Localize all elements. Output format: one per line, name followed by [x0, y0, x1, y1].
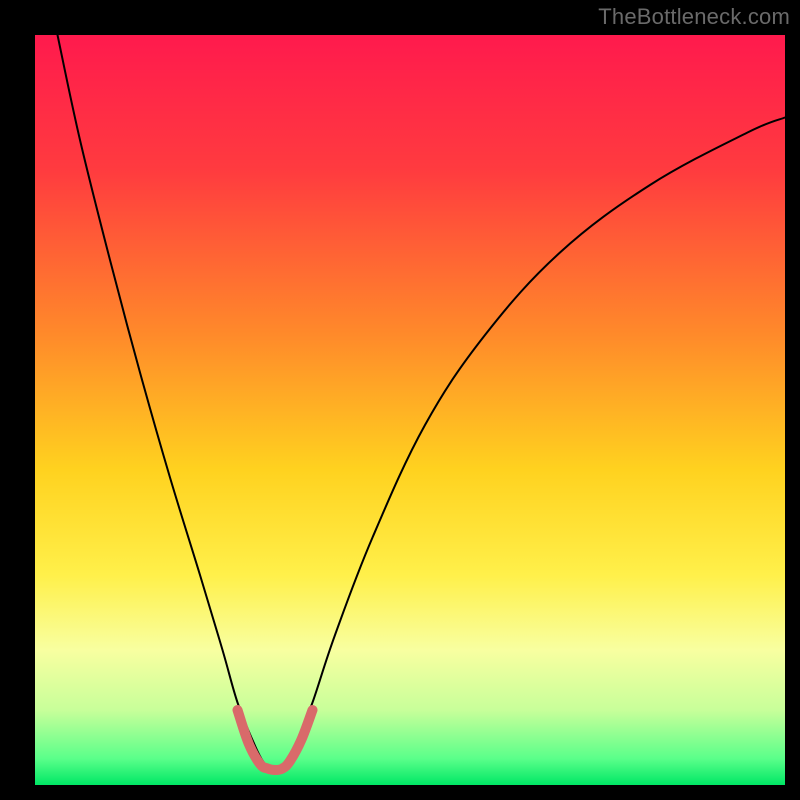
bottleneck-chart: [0, 0, 800, 800]
chart-frame: TheBottleneck.com: [0, 0, 800, 800]
plot-background: [35, 35, 785, 785]
watermark-text: TheBottleneck.com: [598, 4, 790, 30]
